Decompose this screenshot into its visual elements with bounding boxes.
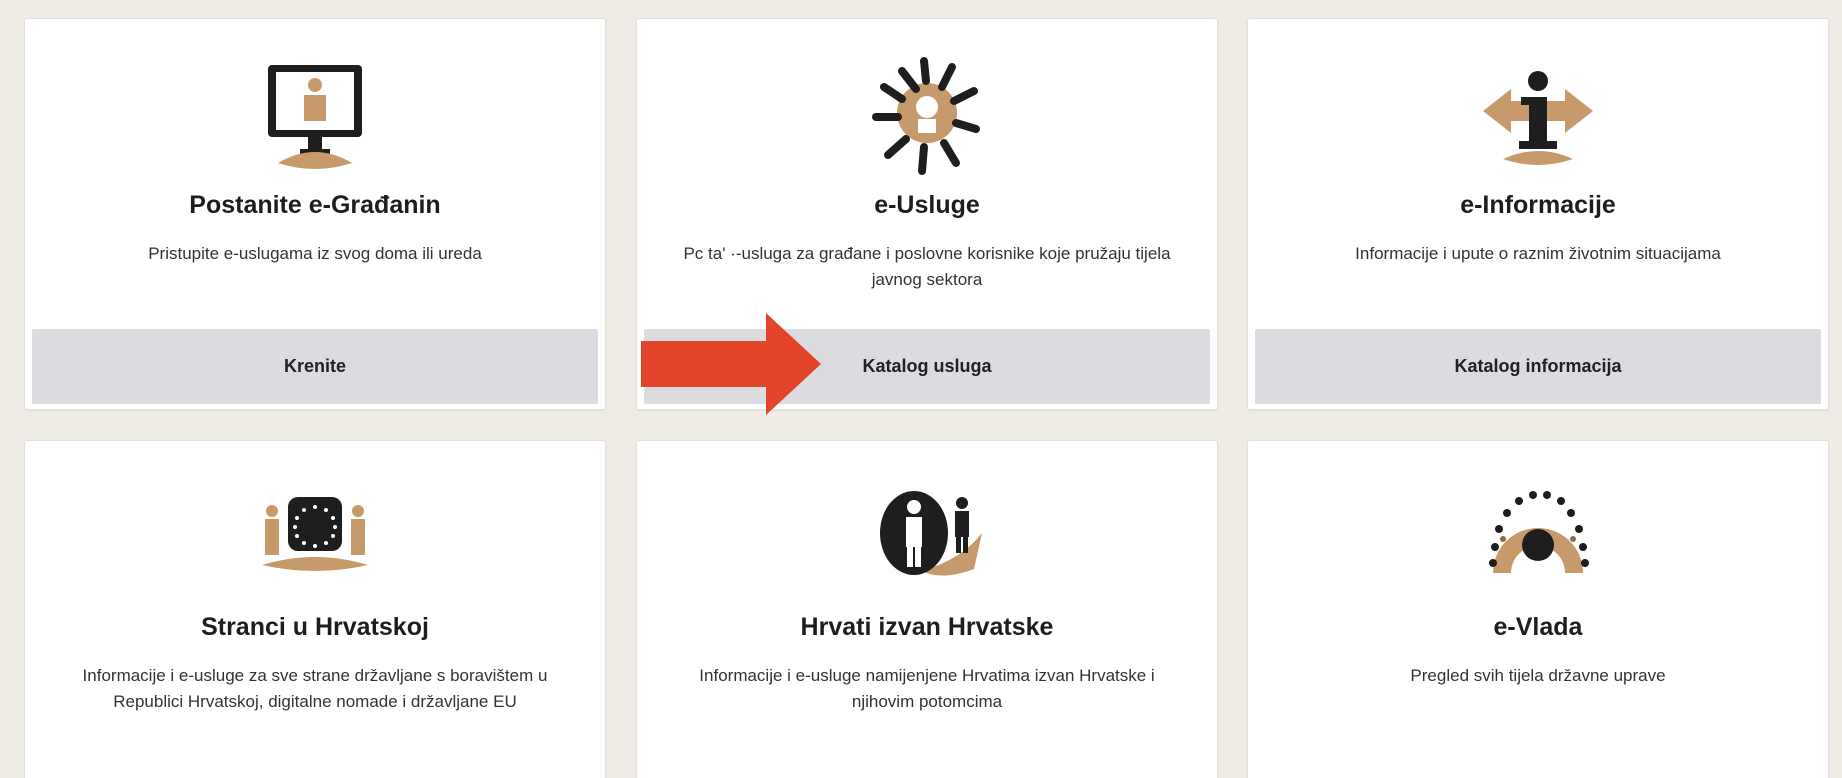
page: Postanite e-Građanin Pristupite e-usluga… [0,0,1842,778]
people-circle-icon [637,51,1217,181]
card-title: e-Vlada [1493,613,1583,641]
card-title: Stranci u Hrvatskoj [201,613,429,641]
card-title: e-Usluge [874,191,980,219]
card-description: Pristupite e-uslugama iz svog doma ili u… [148,244,482,263]
krenite-button[interactable]: Krenite [32,329,598,404]
red-arrow-icon [641,313,821,415]
card-title: e-Informacije [1460,191,1616,219]
card-description: Informacije i upute o raznim životnim si… [1355,244,1721,263]
card-e-vlada: e-Vlada Pregled svih tijela državne upra… [1247,440,1829,778]
card-description: Pregled svih tijela državne uprave [1410,666,1666,685]
eu-flag-people-icon [25,473,605,603]
info-person-icon [1248,51,1828,181]
card-e-gradanin: Postanite e-Građanin Pristupite e-usluga… [24,18,606,410]
card-description: Pc ta' ·-usluga za građane i poslovne ko… [683,244,1171,289]
card-description: Informacije i e-usluge namijenjene Hrvat… [699,666,1155,711]
katalog-informacija-button[interactable]: Katalog informacija [1255,329,1821,404]
government-circle-icon [1248,473,1828,603]
diaspora-people-icon [637,473,1217,603]
card-title: Postanite e-Građanin [189,191,441,219]
card-title: Hrvati izvan Hrvatske [800,613,1054,641]
services-grid: Postanite e-Građanin Pristupite e-usluga… [0,0,1842,778]
card-hrvati-izvan: Hrvati izvan Hrvatske Informacije i e-us… [636,440,1218,778]
card-description: Informacije i e-usluge za sve strane drž… [82,666,548,711]
card-stranci: Stranci u Hrvatskoj Informacije i e-uslu… [24,440,606,778]
card-e-informacije: e-Informacije Informacije i upute o razn… [1247,18,1829,410]
monitor-person-icon [25,51,605,181]
